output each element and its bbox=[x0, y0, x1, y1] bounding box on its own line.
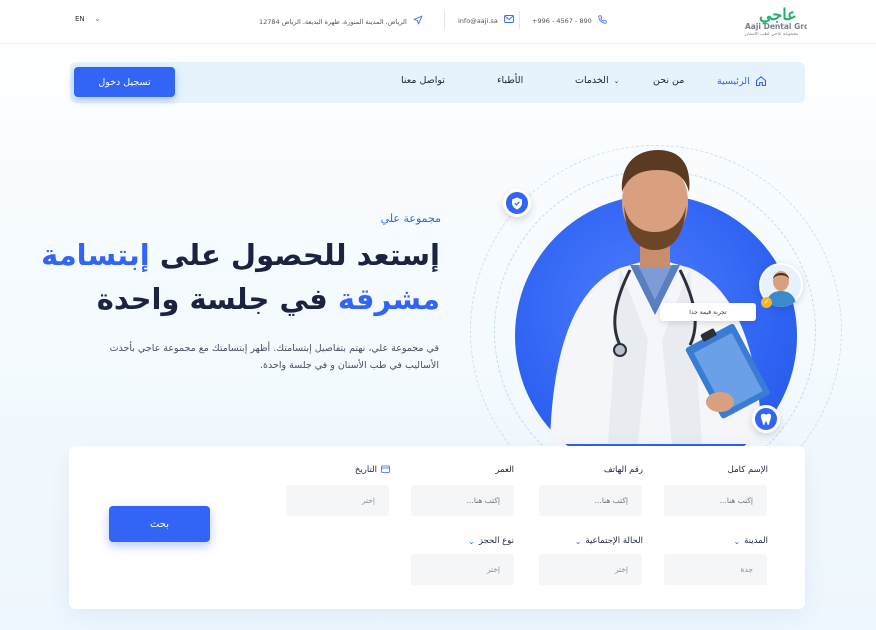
nav-label: الرئيسية bbox=[717, 75, 750, 87]
phone-icon bbox=[598, 15, 607, 27]
booking-search-form: بحث الإسم كامل رقم الهاتف العمر التاريخ … bbox=[69, 446, 805, 609]
marital-status-label: الحالة الإجتماعية ⌄ bbox=[575, 536, 643, 546]
chevron-down-icon: ⌄ bbox=[733, 536, 741, 546]
review-card: تجربة قيمة جدا bbox=[660, 303, 756, 321]
booking-type-label: نوع الحجز ⌄ bbox=[468, 536, 514, 546]
top-bar: EN ⌄ الرياض، المدينة المنورة، ظهرة البدي… bbox=[0, 0, 876, 44]
nav-label: تواصل معنا bbox=[401, 75, 445, 86]
date-value: إختر bbox=[361, 496, 375, 505]
search-button[interactable]: بحث bbox=[109, 506, 210, 542]
address-text: الرياض، المدينة المنورة، ظهرة البديعة، ا… bbox=[259, 17, 407, 26]
review-text: تجربة قيمة جدا bbox=[689, 308, 727, 316]
city-select[interactable]: جدة bbox=[664, 554, 767, 585]
label-text: العمر bbox=[495, 465, 514, 475]
divider bbox=[519, 11, 520, 29]
date-label: التاريخ bbox=[355, 465, 390, 475]
label-text: رقم الهاتف bbox=[603, 465, 643, 475]
language-label: EN bbox=[75, 15, 85, 23]
chevron-down-icon: ⌄ bbox=[94, 15, 101, 23]
shield-badge-icon bbox=[503, 189, 531, 217]
booking-value: إختر bbox=[486, 565, 500, 574]
nav-item-doctors[interactable]: الأطباء bbox=[497, 75, 523, 86]
label-text: المدينة bbox=[744, 536, 768, 546]
chevron-down-icon: ⌄ bbox=[613, 76, 621, 85]
location-arrow-icon bbox=[413, 15, 423, 28]
date-picker[interactable]: إختر bbox=[286, 485, 389, 516]
chevron-down-icon: ⌄ bbox=[574, 536, 582, 546]
phone-label: رقم الهاتف bbox=[604, 465, 643, 475]
calendar-icon bbox=[381, 465, 390, 475]
full-name-input[interactable] bbox=[664, 485, 767, 516]
full-name-label: الإسم كامل bbox=[728, 465, 768, 475]
brand-logo[interactable]: عاجي Aaji Dental Group مجموعة عاجي لطب ا… bbox=[745, 5, 807, 37]
hero-title-line1: إستعد للحصول على إبتسامة bbox=[41, 238, 440, 272]
nav-item-contact[interactable]: تواصل معنا bbox=[401, 75, 445, 86]
label-text: نوع الحجز bbox=[478, 536, 514, 546]
login-button[interactable]: تسجيل دخول bbox=[74, 67, 175, 97]
main-navigation: تسجيل دخول تواصل معنا الأطباء الخدمات ⌄ … bbox=[70, 62, 805, 103]
logo-name-en: Aaji Dental Group bbox=[745, 22, 807, 31]
address-info: الرياض، المدينة المنورة، ظهرة البديعة، ا… bbox=[259, 15, 423, 28]
label-text: الإسم كامل bbox=[727, 465, 768, 475]
title-text: في جلسة واحدة bbox=[96, 282, 338, 316]
marital-value: إختر bbox=[614, 565, 628, 574]
hero-title-line2: مشرقة في جلسة واحدة bbox=[97, 282, 440, 316]
nav-item-services[interactable]: الخدمات ⌄ bbox=[575, 75, 620, 86]
age-label: العمر bbox=[495, 465, 514, 475]
hero-eyebrow: مجموعة علي bbox=[380, 212, 441, 225]
tooth-badge-icon bbox=[752, 405, 780, 433]
label-text: الحالة الإجتماعية bbox=[585, 536, 643, 546]
title-text: إستعد للحصول على bbox=[149, 238, 440, 272]
title-highlight: إبتسامة bbox=[41, 238, 150, 272]
logo-name-ar: مجموعة عاجي لطب الأسنان bbox=[745, 32, 799, 37]
nav-label: الخدمات bbox=[575, 75, 609, 86]
language-selector[interactable]: EN ⌄ bbox=[75, 15, 101, 23]
marital-status-select[interactable]: إختر bbox=[539, 554, 642, 585]
phone-text: 890 - 4567 - 996+ bbox=[532, 17, 592, 25]
label-text: التاريخ bbox=[354, 465, 377, 475]
nav-item-about[interactable]: من نحن bbox=[653, 75, 684, 86]
hero-description: في مجموعة علي، نهتم بتفاصيل إبتسامتك. أظ… bbox=[109, 343, 439, 371]
email-info[interactable]: info@aaji.sa bbox=[458, 15, 514, 26]
city-label: المدينة ⌄ bbox=[733, 536, 768, 546]
title-highlight: مشرقة bbox=[337, 282, 440, 316]
phone-info[interactable]: 890 - 4567 - 996+ bbox=[532, 15, 607, 27]
divider bbox=[444, 11, 445, 29]
city-value: جدة bbox=[740, 565, 753, 574]
age-input[interactable] bbox=[411, 485, 514, 516]
nav-item-home[interactable]: الرئيسية bbox=[717, 75, 767, 87]
home-icon bbox=[755, 75, 767, 87]
verified-check-icon: ✓ bbox=[761, 297, 772, 308]
nav-label: الأطباء bbox=[497, 75, 524, 86]
phone-input[interactable] bbox=[539, 485, 642, 516]
email-text: info@aaji.sa bbox=[458, 16, 498, 25]
booking-type-select[interactable]: إختر bbox=[411, 554, 514, 585]
chevron-down-icon: ⌄ bbox=[468, 536, 475, 546]
nav-label: من نحن bbox=[653, 75, 685, 86]
mail-icon bbox=[503, 15, 514, 26]
